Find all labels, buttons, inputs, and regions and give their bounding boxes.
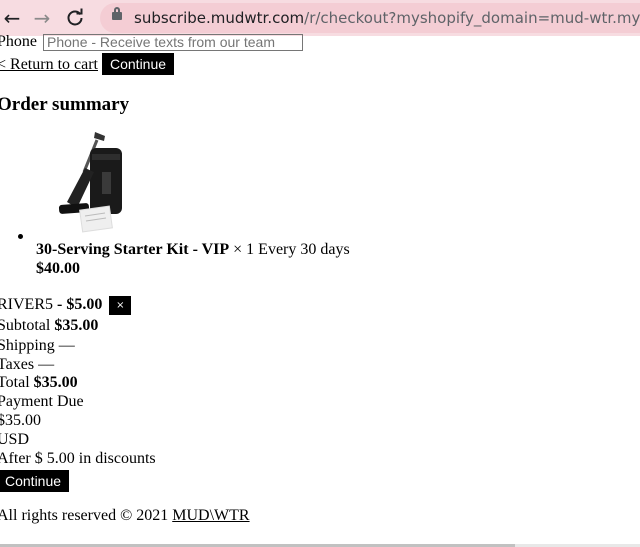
lock-icon (112, 7, 122, 20)
footer-rights: All rights reserved © 2021 (0, 507, 169, 524)
subtotal-row: Subtotal $35.00 (0, 317, 98, 335)
line-item-price-row: $40.00 (36, 260, 80, 278)
browser-toolbar: ← → subscribe.mudwtr.com/r/checkout?mysh… (0, 0, 640, 36)
payment-due-value-row: $35.00 (0, 412, 41, 430)
shipping-row: Shipping — (0, 337, 75, 355)
product-price: $40.00 (36, 260, 80, 277)
taxes-row: Taxes — (0, 356, 54, 374)
product-quantity: × 1 Every 30 days (233, 241, 350, 258)
total-label: Total (0, 374, 30, 391)
phone-input[interactable]: Phone - Receive texts from our team (43, 33, 303, 51)
reload-icon[interactable] (63, 6, 87, 30)
total-row: Total $35.00 (0, 374, 78, 392)
back-arrow-icon[interactable]: ← (0, 6, 24, 30)
shipping-text: Shipping — (0, 337, 75, 354)
url-text: subscribe.mudwtr.com/r/checkout?myshopif… (134, 3, 640, 33)
payment-due-value: $35.00 (0, 412, 41, 429)
product-name: 30-Serving Starter Kit - VIP (36, 241, 230, 258)
form-actions: < Return to cart Continue (0, 53, 175, 75)
phone-label: Phone (0, 33, 37, 50)
return-to-cart-link[interactable]: < Return to cart (0, 56, 98, 73)
taxes-text: Taxes — (0, 356, 55, 373)
url-path: /r/checkout?myshopify_domain=mud-wtr.mys… (304, 9, 640, 27)
address-bar[interactable]: subscribe.mudwtr.com/r/checkout?myshopif… (100, 3, 640, 33)
subtotal-label: Subtotal (0, 317, 51, 334)
discount-note: After $ 5.00 in discounts (0, 450, 156, 467)
remove-discount-button[interactable]: × (109, 296, 132, 315)
phone-row: Phone Phone - Receive texts from our tea… (0, 33, 303, 51)
continue-button-top[interactable]: Continue (102, 53, 175, 75)
currency: USD (0, 431, 30, 448)
discount-note-row: After $ 5.00 in discounts (0, 450, 156, 468)
order-summary-heading: Order summary (0, 94, 130, 115)
total-value: $35.00 (33, 374, 78, 391)
footer: All rights reserved © 2021 MUD\WTR (0, 507, 250, 525)
url-host: subscribe.mudwtr.com (134, 9, 305, 27)
discount-row: RIVER5 - $5.00 × (0, 296, 132, 315)
discount-amount: $5.00 (66, 296, 103, 314)
discount-code: RIVER5 (0, 296, 53, 314)
continue-button-bottom[interactable]: Continue (0, 470, 70, 492)
product-image (47, 132, 127, 242)
footer-brand-link[interactable]: MUD\WTR (172, 507, 249, 524)
subtotal-value: $35.00 (54, 317, 99, 334)
payment-due-label-row: Payment Due (0, 393, 84, 411)
line-item: 30-Serving Starter Kit - VIP × 1 Every 3… (36, 241, 350, 259)
payment-due-label: Payment Due (0, 393, 84, 410)
currency-row: USD (0, 431, 29, 449)
forward-arrow-icon[interactable]: → (30, 6, 54, 30)
list-bullet (18, 234, 23, 239)
discount-separator: - (53, 296, 67, 314)
order-summary-heading-row: Order summary (0, 94, 129, 116)
continue-row: Continue (0, 470, 70, 492)
